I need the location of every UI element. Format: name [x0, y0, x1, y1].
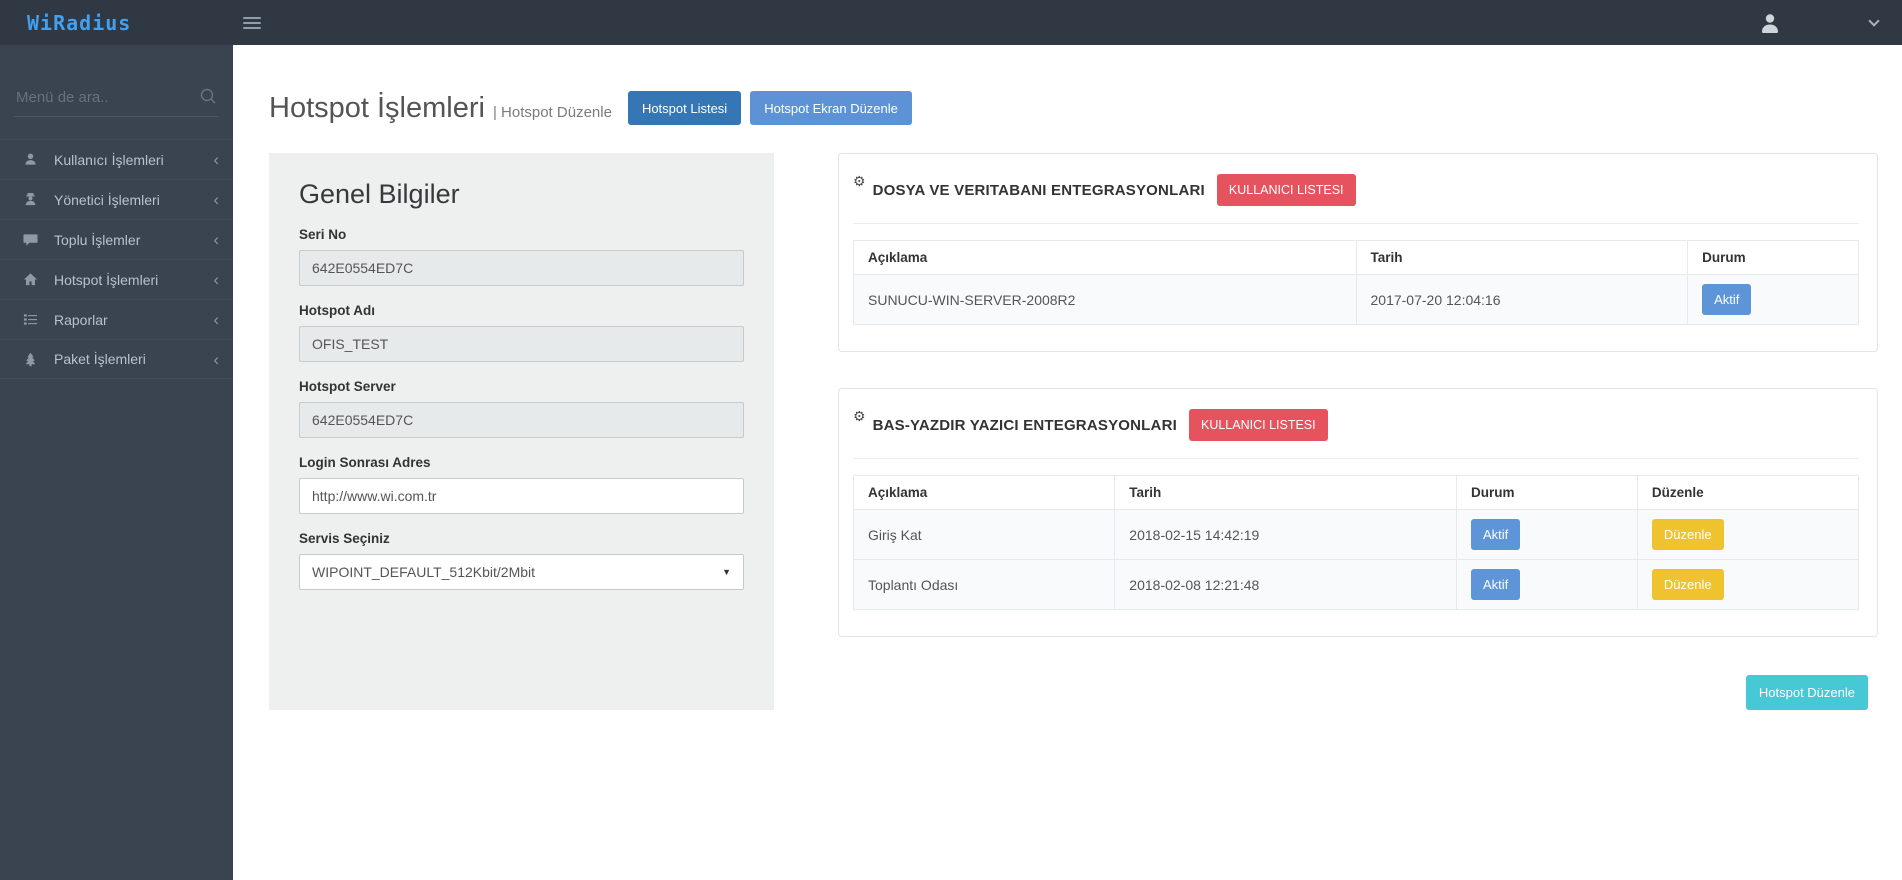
- select-caret-icon: ▼: [722, 567, 731, 577]
- duzenle-button[interactable]: Düzenle: [1652, 519, 1724, 550]
- hotspot-server-label: Hotspot Server: [299, 379, 744, 394]
- duzenle-button[interactable]: Düzenle: [1652, 569, 1724, 600]
- column-header: Açıklama: [854, 476, 1115, 510]
- yazici-table: Açıklama Tarih Durum Düzenle Giriş Kat 2…: [853, 475, 1859, 610]
- chevron-left-icon: ‹: [213, 271, 219, 288]
- gear-icon: ⚙: [853, 174, 866, 188]
- aciklama-cell: Toplantı Odası: [854, 560, 1115, 610]
- column-header: Açıklama: [854, 241, 1357, 275]
- right-column: ⚙ DOSYA VE VERITABANI ENTEGRASYONLARI KU…: [838, 153, 1878, 710]
- table-row: Giriş Kat 2018-02-15 14:42:19 Aktif Düze…: [854, 510, 1859, 560]
- sidebar-item-kullanici-islemleri[interactable]: Kullanıcı İşlemleri ‹: [0, 139, 233, 179]
- list-icon: [22, 312, 38, 327]
- sidebar-search: [14, 87, 219, 117]
- app-logo[interactable]: WiRadius: [27, 11, 131, 35]
- section-title: BAS-YAZDIR YAZICI ENTEGRASYONLARI: [873, 417, 1177, 434]
- user-icon: [22, 152, 38, 167]
- tarih-cell: 2017-07-20 12:04:16: [1356, 275, 1688, 325]
- sidebar-item-label: Paket İşlemleri: [54, 351, 146, 367]
- servis-seciniz-label: Servis Seçiniz: [299, 531, 744, 546]
- hotspot-duzenle-submit-button[interactable]: Hotspot Düzenle: [1746, 675, 1868, 710]
- divider: [853, 458, 1859, 459]
- page-header: Hotspot İşlemleri | Hotspot Düzenle Hots…: [269, 91, 1902, 125]
- hotspot-ekran-duzenle-button[interactable]: Hotspot Ekran Düzenle: [750, 91, 912, 125]
- chevron-left-icon: ‹: [213, 311, 219, 328]
- sidebar-menu: Kullanıcı İşlemleri ‹ Yönetici İşlemleri…: [0, 139, 233, 379]
- kullanici-listesi-button[interactable]: KULLANICI LISTESI: [1189, 409, 1328, 441]
- home-icon: [22, 272, 38, 287]
- column-header: Tarih: [1115, 476, 1457, 510]
- seri-no-field[interactable]: [299, 250, 744, 286]
- main-content: Hotspot İşlemleri | Hotspot Düzenle Hots…: [233, 45, 1902, 880]
- form-heading: Genel Bilgiler: [299, 179, 744, 210]
- sidebar-item-paket-islemleri[interactable]: Paket İşlemleri ‹: [0, 339, 233, 379]
- menu-search-input[interactable]: [14, 87, 219, 108]
- bas-yazdir-card: ⚙ BAS-YAZDIR YAZICI ENTEGRASYONLARI KULL…: [838, 388, 1878, 637]
- user-avatar-icon[interactable]: [1758, 11, 1782, 35]
- aktif-button[interactable]: Aktif: [1471, 519, 1520, 550]
- seri-no-label: Seri No: [299, 227, 744, 242]
- column-header: Düzenle: [1637, 476, 1858, 510]
- page-subtitle: | Hotspot Düzenle: [493, 104, 612, 121]
- topbar: WiRadius: [0, 0, 1902, 45]
- column-header: Tarih: [1356, 241, 1688, 275]
- hotspot-adi-field[interactable]: [299, 326, 744, 362]
- hotspot-server-field[interactable]: [299, 402, 744, 438]
- table-row: SUNUCU-WIN-SERVER-2008R2 2017-07-20 12:0…: [854, 275, 1859, 325]
- hotspot-listesi-button[interactable]: Hotspot Listesi: [628, 91, 741, 125]
- sidebar-item-label: Hotspot İşlemleri: [54, 272, 158, 288]
- servis-select-value: WIPOINT_DEFAULT_512Kbit/2Mbit: [312, 564, 535, 580]
- hotspot-adi-label: Hotspot Adı: [299, 303, 744, 318]
- login-sonrasi-adres-field[interactable]: [299, 478, 744, 514]
- column-header: Durum: [1456, 476, 1637, 510]
- tree-icon: [22, 352, 38, 367]
- topbar-right: [1758, 11, 1902, 35]
- chevron-left-icon: ‹: [213, 191, 219, 208]
- chevron-left-icon: ‹: [213, 231, 219, 248]
- sidebar-item-label: Kullanıcı İşlemleri: [54, 152, 164, 168]
- genel-bilgiler-panel: Genel Bilgiler Seri No Hotspot Adı Hotsp…: [269, 153, 774, 710]
- search-icon: [199, 87, 217, 110]
- aktif-button[interactable]: Aktif: [1471, 569, 1520, 600]
- gear-icon: ⚙: [853, 409, 866, 423]
- comment-icon: [22, 232, 38, 247]
- sidebar: Kullanıcı İşlemleri ‹ Yönetici İşlemleri…: [0, 45, 233, 880]
- admin-icon: [22, 192, 38, 207]
- kullanici-listesi-button[interactable]: KULLANICI LISTESI: [1217, 174, 1356, 206]
- table-row: Toplantı Odası 2018-02-08 12:21:48 Aktif…: [854, 560, 1859, 610]
- aciklama-cell: Giriş Kat: [854, 510, 1115, 560]
- divider: [853, 223, 1859, 224]
- tarih-cell: 2018-02-08 12:21:48: [1115, 560, 1457, 610]
- column-header: Durum: [1688, 241, 1859, 275]
- sidebar-item-yonetici-islemleri[interactable]: Yönetici İşlemleri ‹: [0, 179, 233, 219]
- page-title: Hotspot İşlemleri: [269, 92, 485, 125]
- sidebar-item-label: Yönetici İşlemleri: [54, 192, 160, 208]
- chevron-left-icon: ‹: [213, 351, 219, 368]
- chevron-left-icon: ‹: [213, 151, 219, 168]
- aciklama-cell: SUNUCU-WIN-SERVER-2008R2: [854, 275, 1357, 325]
- aktif-button[interactable]: Aktif: [1702, 284, 1751, 315]
- servis-select[interactable]: WIPOINT_DEFAULT_512Kbit/2Mbit ▼: [299, 554, 744, 590]
- login-sonrasi-adres-label: Login Sonrası Adres: [299, 455, 744, 470]
- sidebar-item-label: Toplu İşlemler: [54, 232, 140, 248]
- chevron-down-icon[interactable]: [1868, 15, 1879, 26]
- entegrasyon-table: Açıklama Tarih Durum SUNUCU-WIN-SERVER-2…: [853, 240, 1859, 325]
- sidebar-item-label: Raporlar: [54, 312, 108, 328]
- dosya-veritabani-card: ⚙ DOSYA VE VERITABANI ENTEGRASYONLARI KU…: [838, 153, 1878, 352]
- sidebar-item-hotspot-islemleri[interactable]: Hotspot İşlemleri ‹: [0, 259, 233, 299]
- hamburger-menu-icon[interactable]: [243, 14, 261, 32]
- sidebar-item-toplu-islemler[interactable]: Toplu İşlemler ‹: [0, 219, 233, 259]
- section-title: DOSYA VE VERITABANI ENTEGRASYONLARI: [873, 182, 1205, 199]
- tarih-cell: 2018-02-15 14:42:19: [1115, 510, 1457, 560]
- sidebar-item-raporlar[interactable]: Raporlar ‹: [0, 299, 233, 339]
